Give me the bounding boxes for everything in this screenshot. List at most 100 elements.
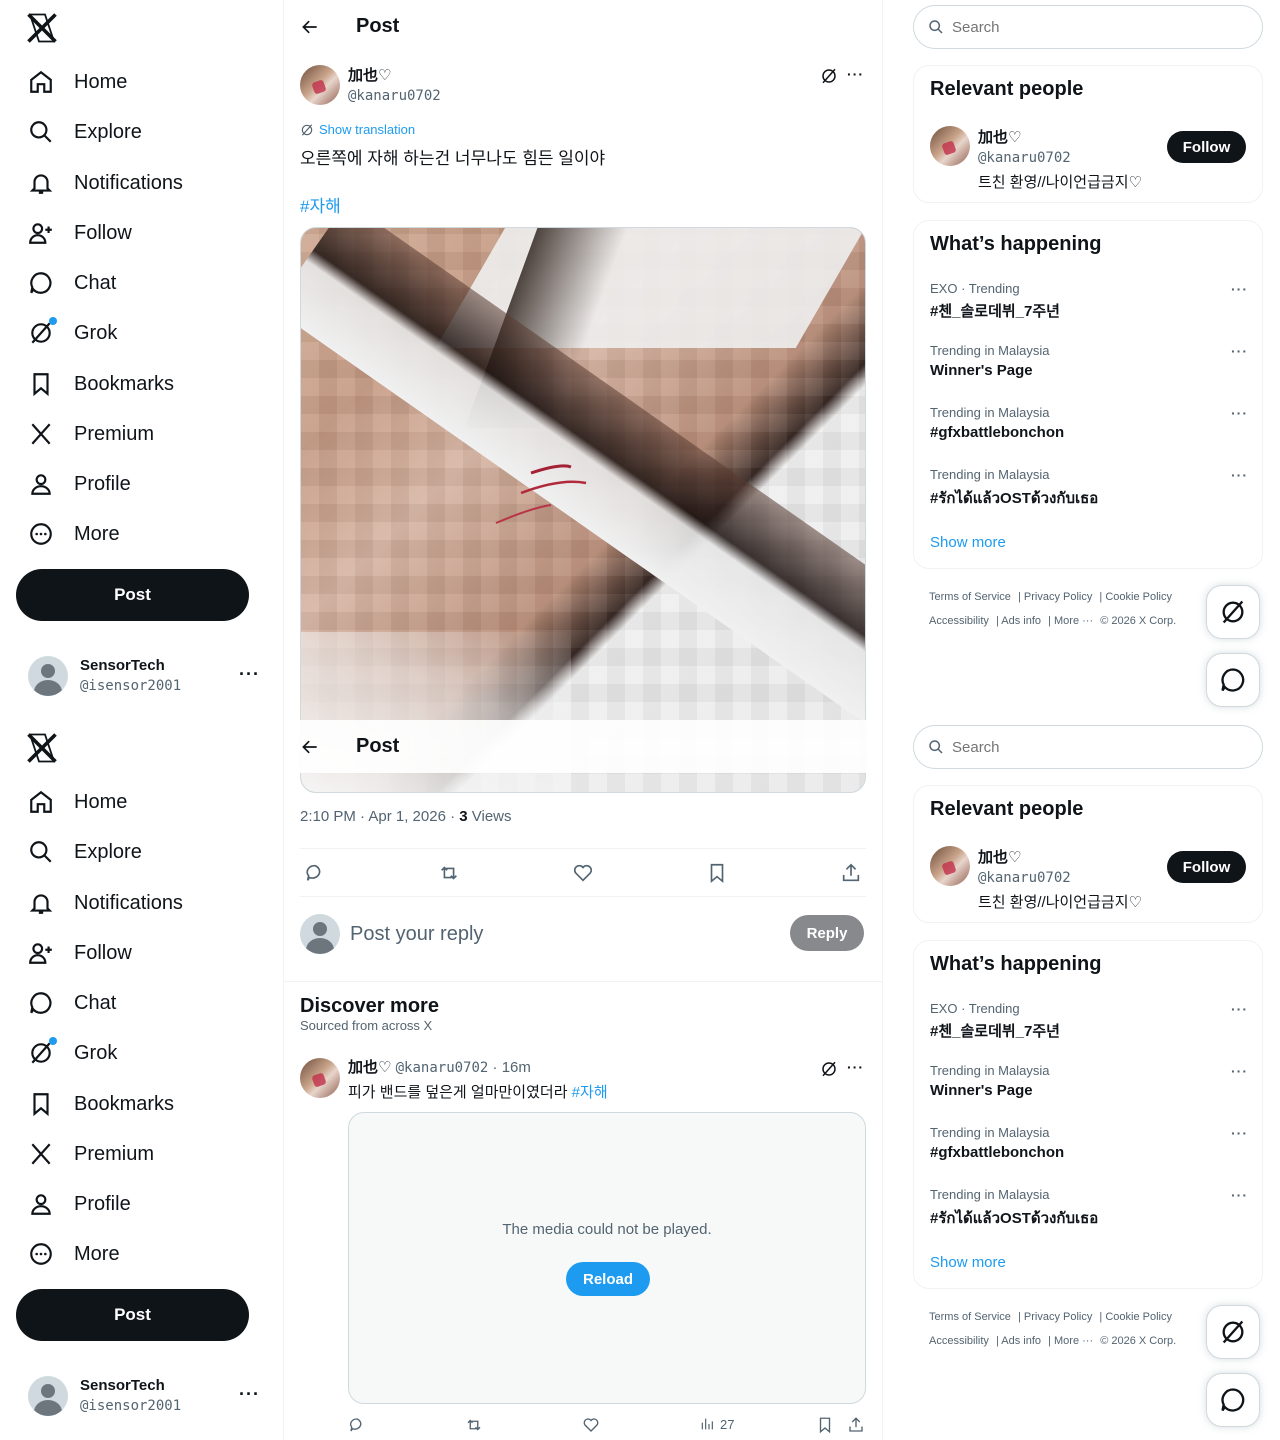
- nav-more[interactable]: More: [16, 1230, 132, 1278]
- cookie-link[interactable]: Cookie Policy: [1105, 1311, 1172, 1323]
- tweet-timestamp[interactable]: 2:10 PM · Apr 1, 2026 ·: [300, 808, 459, 825]
- trend-item[interactable]: Trending in Malaysia Winner's Page ···: [930, 343, 1248, 379]
- accessibility-link[interactable]: Accessibility: [929, 1335, 989, 1347]
- nav-home[interactable]: Home: [16, 778, 139, 826]
- show-more-link[interactable]: Show more: [930, 1254, 1006, 1271]
- more-link[interactable]: More ···: [1054, 615, 1093, 627]
- nav-more[interactable]: More: [16, 510, 132, 558]
- author-name[interactable]: 加也♡: [348, 1059, 391, 1076]
- nav-bookmarks[interactable]: Bookmarks: [16, 1080, 186, 1128]
- like-icon[interactable]: [572, 862, 594, 884]
- more-icon[interactable]: ···: [1231, 1187, 1248, 1203]
- author-handle[interactable]: @kanaru0702: [348, 86, 441, 106]
- nav-premium[interactable]: Premium: [16, 1130, 166, 1178]
- show-translation-link[interactable]: Show translation: [300, 122, 415, 137]
- bookmark-icon[interactable]: [816, 1416, 834, 1434]
- nav-premium[interactable]: Premium: [16, 410, 166, 458]
- more-link[interactable]: More ···: [1054, 1335, 1093, 1347]
- trend-item[interactable]: Trending in Malaysia #gfxbattlebonchon ···: [930, 1125, 1248, 1161]
- tweet-image[interactable]: [300, 227, 866, 793]
- more-icon[interactable]: ···: [1231, 1001, 1248, 1017]
- follow-button[interactable]: Follow: [1167, 851, 1246, 883]
- grok-float-button[interactable]: [1206, 1305, 1260, 1359]
- more-icon[interactable]: ···: [1231, 281, 1248, 297]
- retweet-icon[interactable]: [465, 1416, 483, 1434]
- more-icon[interactable]: ···: [847, 66, 864, 82]
- back-arrow-icon[interactable]: [300, 737, 320, 757]
- nav-follow[interactable]: Follow: [16, 209, 144, 257]
- nav-explore[interactable]: Explore: [16, 108, 154, 156]
- nav-home[interactable]: Home: [16, 58, 139, 106]
- show-more-link[interactable]: Show more: [930, 534, 1006, 551]
- person-handle[interactable]: @kanaru0702: [978, 868, 1142, 889]
- follow-button[interactable]: Follow: [1167, 131, 1246, 163]
- author-avatar[interactable]: [300, 1058, 340, 1098]
- search-input[interactable]: [952, 738, 1232, 756]
- nav-notifications[interactable]: Notifications: [16, 879, 195, 927]
- terms-link[interactable]: Terms of Service: [929, 1311, 1011, 1323]
- chat-float-button[interactable]: [1206, 1373, 1260, 1427]
- x-logo-icon[interactable]: [24, 10, 60, 46]
- like-icon[interactable]: [582, 1416, 600, 1434]
- trend-item[interactable]: Trending in Malaysia #รักได้แล้วOSTด้วงกั…: [930, 467, 1248, 510]
- trend-item[interactable]: EXO · Trending #첸_솔로데뷔_7주년 ···: [930, 281, 1248, 321]
- nav-profile[interactable]: Profile: [16, 1180, 143, 1228]
- author-handle[interactable]: @kanaru0702: [396, 1060, 489, 1076]
- nav-notifications[interactable]: Notifications: [16, 159, 195, 207]
- share-icon[interactable]: [840, 862, 862, 884]
- nav-explore[interactable]: Explore: [16, 828, 154, 876]
- author-avatar[interactable]: [930, 846, 970, 886]
- search-bar[interactable]: [913, 725, 1263, 769]
- post-button[interactable]: Post: [16, 569, 249, 621]
- more-icon[interactable]: ···: [239, 664, 260, 685]
- more-icon[interactable]: ···: [847, 1059, 864, 1075]
- search-input[interactable]: [952, 18, 1232, 36]
- nav-grok[interactable]: Grok: [16, 1029, 129, 1077]
- author-name[interactable]: 加也♡: [348, 66, 441, 86]
- trend-item[interactable]: Trending in Malaysia #รักได้แล้วOSTด้วงกั…: [930, 1187, 1248, 1230]
- reply-input[interactable]: Post your reply: [350, 923, 483, 946]
- author-avatar[interactable]: [930, 126, 970, 166]
- nav-profile[interactable]: Profile: [16, 460, 143, 508]
- author-avatar[interactable]: [300, 65, 340, 105]
- terms-link[interactable]: Terms of Service: [929, 591, 1011, 603]
- reply-icon[interactable]: [304, 862, 326, 884]
- ads-link[interactable]: Ads info: [1001, 1335, 1041, 1347]
- accessibility-link[interactable]: Accessibility: [929, 615, 989, 627]
- bookmark-icon[interactable]: [706, 862, 728, 884]
- views-button[interactable]: 27: [699, 1416, 734, 1432]
- cookie-link[interactable]: Cookie Policy: [1105, 591, 1172, 603]
- share-icon[interactable]: [847, 1416, 865, 1434]
- more-icon[interactable]: ···: [1231, 1125, 1248, 1141]
- retweet-icon[interactable]: [438, 862, 460, 884]
- back-arrow-icon[interactable]: [300, 17, 320, 37]
- trend-item[interactable]: EXO · Trending #첸_솔로데뷔_7주년 ···: [930, 1001, 1248, 1041]
- reply-button[interactable]: Reply: [790, 915, 864, 951]
- trend-item[interactable]: Trending in Malaysia Winner's Page ···: [930, 1063, 1248, 1099]
- post-button[interactable]: Post: [16, 1289, 249, 1341]
- person-name[interactable]: 加也♡: [978, 127, 1142, 148]
- hashtag-link[interactable]: #자해: [572, 1084, 608, 1101]
- hashtag-link[interactable]: #자해: [300, 192, 341, 217]
- more-icon[interactable]: ···: [1231, 405, 1248, 421]
- grok-float-button[interactable]: [1206, 585, 1260, 639]
- person-name[interactable]: 加也♡: [978, 847, 1142, 868]
- reload-button[interactable]: Reload: [566, 1262, 650, 1296]
- nav-chat[interactable]: Chat: [16, 979, 128, 1027]
- search-bar[interactable]: [913, 5, 1263, 49]
- more-icon[interactable]: ···: [239, 1384, 260, 1405]
- nav-chat[interactable]: Chat: [16, 259, 128, 307]
- trend-item[interactable]: Trending in Malaysia #gfxbattlebonchon ···: [930, 405, 1248, 441]
- reply-icon[interactable]: [348, 1416, 366, 1434]
- nav-grok[interactable]: Grok: [16, 309, 129, 357]
- tweet-time[interactable]: 16m: [502, 1059, 531, 1076]
- grok-icon[interactable]: [820, 67, 838, 85]
- privacy-link[interactable]: Privacy Policy: [1024, 1311, 1092, 1323]
- grok-icon[interactable]: [820, 1060, 838, 1078]
- more-icon[interactable]: ···: [1231, 467, 1248, 483]
- account-switcher[interactable]: SensorTech @isensor2001 ···: [16, 1366, 268, 1426]
- nav-bookmarks[interactable]: Bookmarks: [16, 360, 186, 408]
- more-icon[interactable]: ···: [1231, 343, 1248, 359]
- privacy-link[interactable]: Privacy Policy: [1024, 591, 1092, 603]
- more-icon[interactable]: ···: [1231, 1063, 1248, 1079]
